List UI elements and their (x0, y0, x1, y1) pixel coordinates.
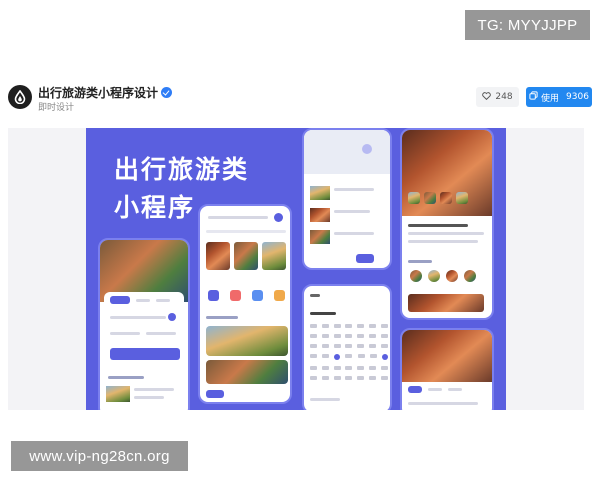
copy-icon (529, 91, 538, 103)
page: 出行旅游类小程序设计 即时设计 248 使用 9306 出行旅游类 小程序 TG… (0, 0, 600, 480)
template-preview[interactable]: 出行旅游类 小程序 (8, 128, 584, 410)
phone-screen-gallery (400, 328, 494, 410)
phone-screen-detail (400, 128, 494, 320)
author-name[interactable]: 即时设计 (38, 100, 74, 113)
use-label: 使用 (541, 93, 560, 104)
like-button[interactable]: 248 (476, 87, 519, 107)
preview-canvas: 出行旅游类 小程序 (86, 128, 506, 410)
heart-icon (482, 91, 492, 103)
calendar-grid (310, 324, 388, 386)
phone-screen-booking (98, 238, 190, 410)
headline-line2: 小程序 (114, 193, 196, 222)
watermark-bottom: www.vip-ng28cn.org (11, 441, 188, 471)
like-count: 248 (495, 92, 513, 102)
headline-line1: 出行旅游类 (114, 155, 250, 184)
use-button[interactable]: 使用 9306 (526, 87, 592, 107)
use-count: 9306 (566, 92, 589, 102)
template-header: 出行旅游类小程序设计 即时设计 248 使用 9306 (8, 83, 592, 113)
phone-screen-home (198, 204, 292, 404)
logo-icon (8, 85, 32, 109)
phone-screen-map (302, 128, 392, 270)
phone-screen-calendar (302, 284, 392, 410)
template-title: 出行旅游类小程序设计 (38, 84, 173, 101)
template-title-text: 出行旅游类小程序设计 (38, 86, 159, 100)
watermark-top: TG: MYYJJPP (465, 10, 590, 40)
verified-icon (161, 87, 173, 98)
